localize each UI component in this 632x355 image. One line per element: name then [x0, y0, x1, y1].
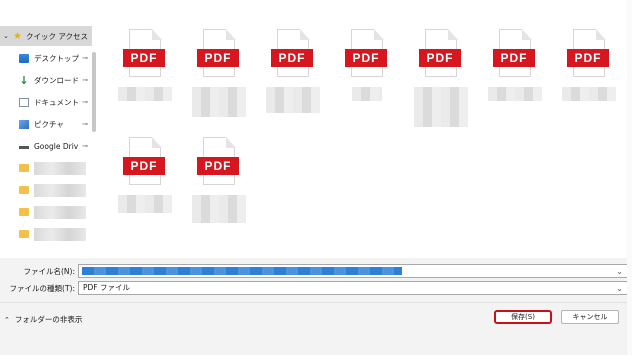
pdf-file-item[interactable]: PDF: [480, 24, 550, 124]
sidebar-scrollbar[interactable]: [92, 52, 96, 132]
sidebar-item-label: Google Drive: [34, 141, 78, 151]
pin-icon: ⊸: [82, 54, 88, 62]
drive-icon: [19, 145, 29, 149]
sidebar-item-folder[interactable]: [0, 202, 92, 222]
save-button[interactable]: 保存(S): [494, 310, 552, 324]
desktop-icon: [19, 53, 29, 63]
documents-icon: [19, 97, 29, 107]
pdf-icon-label: PDF: [123, 49, 165, 67]
pdf-icon-label: PDF: [271, 49, 313, 67]
redacted-file-name: [352, 87, 382, 101]
pdf-icon-label: PDF: [197, 157, 239, 175]
sidebar-item-google-drive[interactable]: Google Drive ⊸: [0, 136, 92, 156]
star-icon: ★: [13, 30, 22, 42]
selected-filename-text: [82, 267, 402, 275]
filetype-label: ファイルの種類(T):: [9, 283, 75, 293]
pdf-file-icon: PDF: [345, 29, 387, 79]
pictures-icon: [19, 119, 29, 129]
sidebar-item-documents[interactable]: ドキュメント ⊸: [0, 92, 92, 112]
redacted-file-name: [266, 87, 320, 113]
pdf-icon-label: PDF: [567, 49, 609, 67]
sidebar-item-folder[interactable]: [0, 180, 92, 200]
chevron-up-icon: ⌃: [4, 315, 10, 324]
pdf-icon-label: PDF: [493, 49, 535, 67]
redacted-file-name: [562, 87, 616, 101]
pdf-icon-label: PDF: [345, 49, 387, 67]
redacted-file-name: [414, 87, 468, 127]
pin-icon: ⊸: [82, 98, 88, 106]
folder-icon: [19, 208, 29, 216]
filename-row: ファイル名(N): ⌄: [0, 264, 632, 278]
sidebar-item-downloads[interactable]: ↓ ダウンロード ⊸: [0, 70, 92, 90]
chevron-down-icon[interactable]: ⌄: [3, 32, 13, 40]
filetype-value: PDF ファイル: [83, 283, 130, 292]
pdf-file-item[interactable]: PDF: [258, 24, 328, 124]
pdf-file-item[interactable]: PDF: [332, 24, 402, 124]
sidebar-item-label: クイック アクセス: [26, 31, 89, 41]
pdf-icon-label: PDF: [123, 157, 165, 175]
sidebar-item-label: ピクチャ: [34, 119, 64, 129]
filename-input[interactable]: ⌄: [78, 264, 628, 278]
pdf-file-item[interactable]: PDF: [184, 24, 254, 124]
chevron-down-icon[interactable]: ⌄: [616, 282, 623, 295]
redacted-file-name: [192, 87, 246, 117]
cancel-button[interactable]: キャンセル: [561, 310, 619, 324]
sidebar-item-folder[interactable]: [0, 224, 92, 244]
pin-icon: ⊸: [82, 142, 88, 150]
pdf-file-item[interactable]: PDF: [184, 132, 254, 232]
pdf-file-icon: PDF: [567, 29, 609, 79]
pdf-file-item[interactable]: PDF: [110, 132, 180, 232]
pdf-file-icon: PDF: [197, 137, 239, 187]
redacted-label: [34, 205, 86, 219]
navigation-pane: ⌄ ★ クイック アクセス デスクトップ ⊸ ↓ ダウンロード ⊸ ドキュメント…: [0, 24, 98, 258]
window-edge: [627, 0, 632, 355]
hide-folders-label: フォルダーの非表示: [14, 315, 83, 324]
sidebar-item-label: ダウンロード: [34, 75, 79, 85]
sidebar-item-quick-access[interactable]: ⌄ ★ クイック アクセス: [0, 26, 92, 46]
folder-icon: [19, 186, 29, 194]
download-icon: ↓: [19, 73, 29, 87]
redacted-label: [34, 183, 86, 197]
folder-icon: [19, 230, 29, 238]
sidebar-item-label: ドキュメント: [34, 97, 79, 107]
sidebar-item-desktop[interactable]: デスクトップ ⊸: [0, 48, 92, 68]
save-options-panel: ファイル名(N): ⌄ ファイルの種類(T): PDF ファイル ⌄ ⌃ フォル…: [0, 258, 632, 355]
pdf-icon-label: PDF: [197, 49, 239, 67]
redacted-label: [34, 161, 86, 175]
chevron-down-icon[interactable]: ⌄: [616, 265, 623, 278]
sidebar-item-folder[interactable]: [0, 158, 92, 178]
pdf-file-icon: PDF: [419, 29, 461, 79]
folder-icon: [19, 164, 29, 172]
redacted-file-name: [192, 195, 246, 223]
sidebar-item-pictures[interactable]: ピクチャ ⊸: [0, 114, 92, 134]
pin-icon: ⊸: [82, 76, 88, 84]
redacted-file-name: [488, 87, 542, 101]
filetype-select[interactable]: PDF ファイル ⌄: [78, 281, 628, 295]
divider: [0, 302, 632, 303]
pdf-file-icon: PDF: [123, 29, 165, 79]
hide-folders-toggle[interactable]: ⌃ フォルダーの非表示: [4, 314, 82, 325]
sidebar-item-label: デスクトップ: [34, 53, 79, 63]
pdf-file-item[interactable]: PDF: [406, 24, 476, 127]
pdf-icon-label: PDF: [419, 49, 461, 67]
pdf-file-item[interactable]: PDF: [554, 24, 624, 124]
filename-label: ファイル名(N):: [23, 266, 76, 276]
pdf-file-icon: PDF: [493, 29, 535, 79]
filetype-row: ファイルの種類(T): PDF ファイル ⌄: [0, 281, 632, 295]
file-list: PDF PDF PDF PDF PDF PDF PDF PDF PDF: [100, 20, 632, 255]
redacted-label: [34, 227, 86, 241]
pin-icon: ⊸: [82, 120, 88, 128]
pdf-file-icon: PDF: [197, 29, 239, 79]
pdf-file-icon: PDF: [123, 137, 165, 187]
redacted-file-name: [118, 87, 172, 101]
redacted-file-name: [118, 195, 172, 213]
pdf-file-icon: PDF: [271, 29, 313, 79]
pdf-file-item[interactable]: PDF: [110, 24, 180, 124]
